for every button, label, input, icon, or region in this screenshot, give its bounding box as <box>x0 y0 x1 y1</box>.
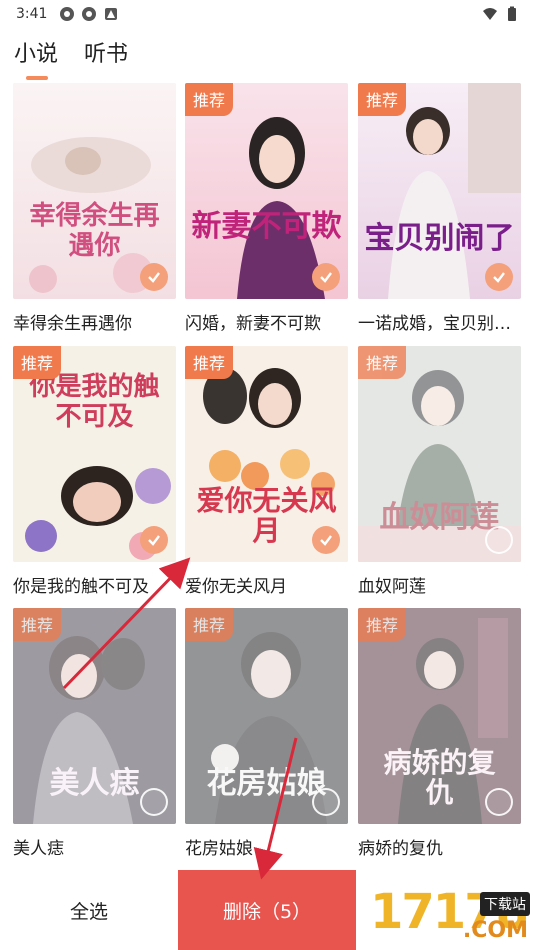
book-cover: 血奴阿莲 推荐 <box>358 346 521 562</box>
recommend-badge: 推荐 <box>185 608 234 641</box>
status-time: 3:41 <box>16 6 48 22</box>
book-card[interactable]: 病娇的复仇 推荐 病娇的复仇 <box>358 608 521 859</box>
cover-title: 新妻不可欺 <box>191 209 342 244</box>
unselected-circle-icon[interactable] <box>312 788 340 816</box>
tab-novel[interactable]: 小说 <box>14 36 59 80</box>
bottom-action-bar: 全选 删除（5） 17178 下载站 .COM <box>0 870 534 950</box>
book-card[interactable]: 幸得余生再遇你 幸得余生再遇你 <box>13 83 176 334</box>
delete-button[interactable]: 删除（5） <box>178 870 356 950</box>
book-card[interactable]: 花房姑娘 推荐 花房姑娘 <box>185 608 348 859</box>
tab-novel-label: 小说 <box>14 42 59 67</box>
recommend-badge: 推荐 <box>13 346 62 379</box>
book-title: 血奴阿莲 <box>358 577 426 597</box>
book-card[interactable]: 宝贝别闹了 推荐 一诺成婚，宝贝别闹了 <box>358 83 521 334</box>
book-cover: 爱你无关风月 推荐 <box>185 346 348 562</box>
book-cover: 幸得余生再遇你 <box>13 83 176 299</box>
tab-active-indicator <box>26 76 48 80</box>
tab-audiobook-label: 听书 <box>84 42 129 67</box>
book-title: 你是我的触不可及 <box>13 577 149 597</box>
alert-icon <box>103 6 119 22</box>
book-card[interactable]: 新妻不可欺 推荐 闪婚，新妻不可欺 <box>185 83 348 334</box>
book-title: 一诺成婚，宝贝别闹了 <box>358 314 521 334</box>
recommend-badge: 推荐 <box>358 83 407 116</box>
book-title: 爱你无关风月 <box>185 577 287 597</box>
cover-title: 幸得余生再遇你 <box>29 201 160 261</box>
battery-icon <box>504 6 520 22</box>
recommend-badge: 推荐 <box>358 346 407 379</box>
watermark-tag: 下载站 <box>480 892 530 916</box>
book-cover: 花房姑娘 推荐 <box>185 608 348 824</box>
watermark-logo: 17178 下载站 .COM <box>356 870 534 950</box>
recommend-badge: 推荐 <box>358 608 407 641</box>
unselected-circle-icon[interactable] <box>485 526 513 554</box>
cover-title: 宝贝别闹了 <box>364 221 515 256</box>
select-all-button[interactable]: 全选 <box>0 870 178 950</box>
book-card[interactable]: 美人痣 推荐 美人痣 <box>13 608 176 859</box>
cover-title: 你是我的触不可及 <box>29 372 160 432</box>
book-title: 闪婚，新妻不可欺 <box>185 314 321 334</box>
book-title: 花房姑娘 <box>185 839 253 859</box>
status-bar: 3:41 <box>0 0 534 28</box>
selected-check-icon[interactable] <box>312 263 340 291</box>
tab-audiobook[interactable]: 听书 <box>84 36 128 68</box>
selected-check-icon[interactable] <box>485 263 513 291</box>
watermark-com: .COM <box>462 918 528 943</box>
book-title: 病娇的复仇 <box>358 839 443 859</box>
book-cover: 你是我的触不可及 推荐 <box>13 346 176 562</box>
book-cover: 病娇的复仇 推荐 <box>358 608 521 824</box>
wifi-icon <box>482 6 498 22</box>
settings-icon <box>59 6 75 22</box>
book-title: 幸得余生再遇你 <box>13 314 132 334</box>
selected-check-icon[interactable] <box>140 526 168 554</box>
book-card[interactable]: 你是我的触不可及 推荐 你是我的触不可及 <box>13 346 176 597</box>
book-cover: 美人痣 推荐 <box>13 608 176 824</box>
book-cover: 新妻不可欺 推荐 <box>185 83 348 299</box>
recommend-badge: 推荐 <box>185 346 234 379</box>
book-cover: 宝贝别闹了 推荐 <box>358 83 521 299</box>
unselected-circle-icon[interactable] <box>485 788 513 816</box>
book-card[interactable]: 爱你无关风月 推荐 爱你无关风月 <box>185 346 348 597</box>
book-card[interactable]: 血奴阿莲 推荐 血奴阿莲 <box>358 346 521 597</box>
unselected-circle-icon[interactable] <box>140 788 168 816</box>
book-title: 美人痣 <box>13 839 64 859</box>
selected-check-icon[interactable] <box>140 263 168 291</box>
recommend-badge: 推荐 <box>185 83 234 116</box>
tab-bar: 小说 听书 <box>14 28 128 80</box>
recommend-badge: 推荐 <box>13 608 62 641</box>
selected-check-icon[interactable] <box>312 526 340 554</box>
settings-icon <box>81 6 97 22</box>
